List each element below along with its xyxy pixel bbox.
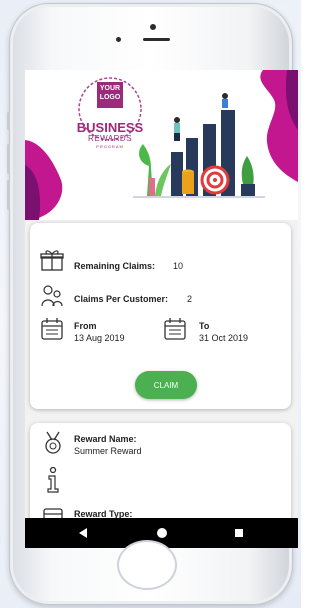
- reward-card: Reward Name: Summer Reward Reward Type:: [30, 423, 291, 533]
- brand-rewards: REWARDS: [87, 134, 133, 143]
- brand-business: BUSINESS: [76, 120, 144, 135]
- home-circle-icon[interactable]: [156, 527, 168, 539]
- remaining-claims-label: Remaining Claims:: [74, 261, 156, 271]
- from-date-value: 13 Aug 2019: [74, 333, 125, 343]
- calendar-to-icon: [164, 318, 186, 340]
- person-2-body: [222, 99, 228, 108]
- plant-right-pot: [241, 184, 255, 196]
- recent-square-icon[interactable]: [234, 528, 244, 538]
- app-screen: YOUR LOGO BUSINESS REWARDS PROGRAM Remai…: [25, 70, 298, 548]
- rewards-banner: YOUR LOGO BUSINESS REWARDS PROGRAM: [25, 70, 298, 220]
- from-label: From: [74, 321, 97, 331]
- people-icon: [41, 285, 63, 307]
- mute-switch: [7, 180, 10, 210]
- person-1-body: [174, 123, 180, 133]
- remaining-claims-value: 10: [173, 261, 184, 271]
- volume-up-button: [7, 112, 10, 130]
- coin-stack: [182, 172, 194, 194]
- logo-line-2: LOGO: [99, 94, 121, 101]
- chart-bar-1: [171, 152, 183, 196]
- back-triangle-icon[interactable]: [78, 528, 88, 538]
- to-date-value: 31 Oct 2019: [199, 333, 249, 343]
- front-camera: [116, 37, 121, 42]
- person-1-legs: [174, 133, 180, 141]
- earpiece-speaker: [143, 38, 170, 41]
- plant-left-stem: [149, 178, 155, 196]
- logo-line-1: YOUR: [99, 85, 121, 92]
- calendar-from-icon: [41, 318, 63, 340]
- gift-icon: [40, 250, 64, 271]
- claims-per-customer-label: Claims Per Customer:: [74, 294, 169, 304]
- phone-home-button[interactable]: [117, 540, 177, 590]
- volume-down-button: [7, 144, 10, 174]
- claims-per-customer-value: 2: [187, 294, 193, 304]
- medal-icon: [45, 431, 61, 454]
- person-2-head: [222, 93, 228, 99]
- reward-name-label: Reward Name:: [74, 434, 137, 444]
- ground-line: [133, 196, 265, 198]
- person-1-head: [174, 117, 180, 123]
- reward-name-value: Summer Reward: [74, 446, 142, 456]
- target-center: [213, 178, 217, 182]
- brand-program: PROGRAM: [96, 144, 124, 149]
- front-sensor: [150, 24, 156, 30]
- claim-button[interactable]: CLAIM: [135, 371, 197, 399]
- info-icon: [47, 467, 59, 493]
- claims-card: Remaining Claims: 10 Claims Per Customer…: [30, 223, 291, 409]
- plant-left-leaf-2: [155, 164, 171, 196]
- to-label: To: [199, 321, 210, 331]
